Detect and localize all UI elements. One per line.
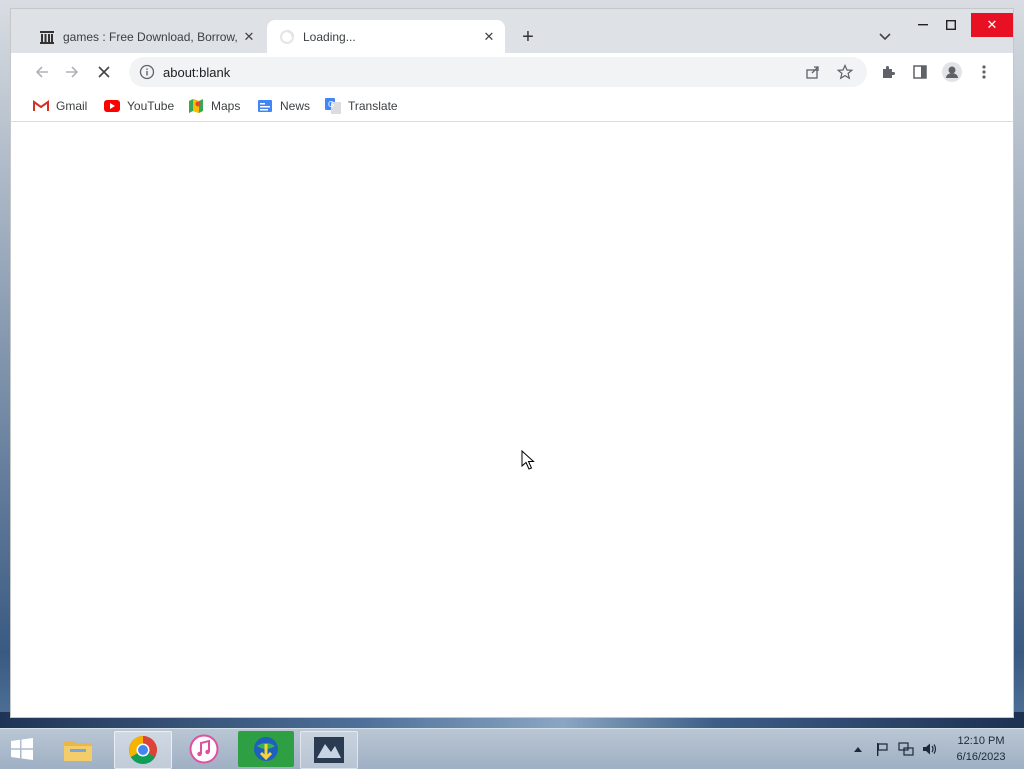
mouse-cursor-icon: [521, 449, 535, 470]
bookmark-youtube[interactable]: YouTube: [104, 97, 174, 115]
minimize-button[interactable]: [911, 13, 935, 37]
side-panel-icon[interactable]: [909, 61, 931, 83]
itunes-icon[interactable]: [176, 731, 232, 767]
tab-close-icon[interactable]: ✕: [481, 29, 497, 45]
app-icon[interactable]: [300, 731, 358, 769]
browser-window: games : Free Download, Borrow, and Strea…: [10, 8, 1014, 718]
back-arrow-icon[interactable]: [31, 61, 53, 83]
taskbar-clock[interactable]: 12:10 PM 6/16/2023: [948, 733, 1014, 765]
stop-loading-icon[interactable]: [93, 61, 115, 83]
bookmark-news[interactable]: News: [257, 97, 310, 115]
profile-avatar-icon[interactable]: [941, 61, 963, 83]
bookmark-maps[interactable]: Maps: [188, 97, 240, 115]
tab-strip: games : Free Download, Borrow, and Strea…: [11, 9, 1013, 53]
bookmark-label: YouTube: [127, 99, 175, 113]
tab-title: Loading...: [303, 29, 356, 44]
page-content[interactable]: [11, 122, 1013, 717]
info-icon[interactable]: [139, 64, 155, 80]
file-explorer-icon[interactable]: [50, 731, 106, 767]
url-text: about:blank: [163, 64, 231, 80]
action-center-flag-icon[interactable]: [874, 741, 890, 757]
maps-icon: [188, 98, 204, 114]
archive-icon: [39, 29, 55, 45]
address-bar[interactable]: about:blank: [129, 57, 867, 87]
tab-internet-archive[interactable]: games : Free Download, Borrow, and Strea…: [27, 20, 265, 53]
bookmark-label: Maps: [211, 99, 241, 113]
bookmark-star-icon[interactable]: [835, 62, 855, 82]
bookmark-label: Gmail: [56, 99, 88, 113]
maximize-button[interactable]: [939, 13, 963, 37]
spinner-icon: [279, 29, 295, 45]
forward-arrow-icon[interactable]: [61, 61, 83, 83]
clock-date: 6/16/2023: [956, 751, 1006, 763]
bookmark-label: Translate: [348, 99, 398, 113]
volume-speaker-icon[interactable]: [922, 741, 938, 757]
tab-search-chevron-icon[interactable]: [875, 27, 895, 47]
kebab-menu-icon[interactable]: [973, 61, 995, 83]
extensions-puzzle-icon[interactable]: [877, 61, 899, 83]
share-icon[interactable]: [803, 62, 823, 82]
bookmark-translate[interactable]: G Translate: [325, 97, 398, 115]
taskbar: 12:10 PM 6/16/2023: [0, 728, 1024, 769]
clock-time: 12:10 PM: [957, 735, 1005, 747]
close-window-button[interactable]: ✕: [971, 13, 1013, 37]
bookmark-label: News: [280, 99, 311, 113]
gmail-icon: [33, 98, 49, 114]
browser-toolbar: about:blank: [11, 53, 1013, 91]
start-button[interactable]: [6, 734, 38, 764]
bookmarks-bar: Gmail YouTube Maps News G Translate: [11, 91, 1013, 122]
youtube-icon: [104, 98, 120, 114]
show-hidden-icons-icon[interactable]: [850, 741, 866, 757]
tab-close-icon[interactable]: ✕: [241, 29, 257, 45]
tab-title: games : Free Download, Borrow, and Strea…: [63, 29, 241, 44]
tab-loading[interactable]: Loading... ✕: [267, 20, 505, 53]
translate-icon: G: [325, 98, 341, 114]
news-icon: [257, 98, 273, 114]
new-tab-button[interactable]: +: [517, 26, 539, 48]
internet-download-manager-icon[interactable]: [238, 731, 294, 767]
svg-text:G: G: [328, 100, 334, 109]
network-icon[interactable]: [898, 741, 914, 757]
chrome-icon[interactable]: [114, 731, 172, 769]
bookmark-gmail[interactable]: Gmail: [33, 97, 87, 115]
